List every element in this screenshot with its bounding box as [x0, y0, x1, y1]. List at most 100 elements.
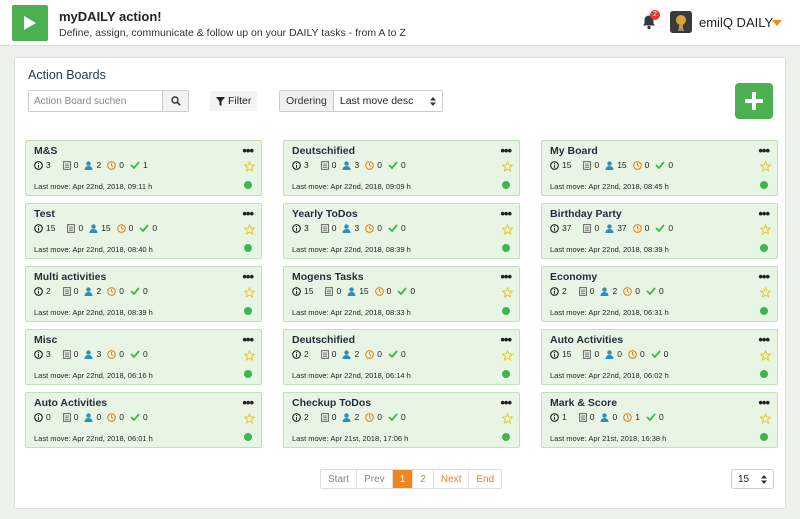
chevron-down-icon[interactable]: [772, 20, 782, 26]
board-card[interactable]: Misc ••• 3 0 3 0 0 Last move: Apr 22nd, 2018, 0…: [25, 329, 262, 385]
stat-info: 1: [550, 412, 567, 422]
page-next[interactable]: Next: [434, 470, 470, 488]
stat-value: 0: [331, 412, 337, 422]
board-card[interactable]: Yearly ToDos ••• 3 0 3 0 0 Last move: Apr 22nd,…: [283, 203, 520, 259]
stat-info: 3: [34, 160, 51, 170]
star-icon[interactable]: [760, 350, 771, 361]
search-button[interactable]: [162, 91, 188, 111]
more-menu-icon[interactable]: •••: [242, 143, 254, 158]
user-icon: [600, 286, 609, 296]
per-page-select[interactable]: 15: [731, 469, 774, 489]
board-card[interactable]: Checkup ToDos ••• 2 0 2 0 0 Last move: Apr 21st…: [283, 392, 520, 448]
stat-value: 0: [119, 349, 124, 359]
clock-icon: [374, 286, 384, 296]
last-move-text: Last move: Apr 21st, 2018, 16:38 h: [550, 434, 667, 443]
page-end[interactable]: End: [469, 470, 501, 488]
board-card[interactable]: Birthday Party ••• 37 0 37 0 0 Last move: Apr 2…: [541, 203, 778, 259]
more-menu-icon[interactable]: •••: [500, 269, 512, 284]
more-menu-icon[interactable]: •••: [500, 143, 512, 158]
stat-value: 0: [142, 412, 148, 422]
stat-value: 3: [46, 160, 51, 170]
stat-value: 2: [304, 349, 309, 359]
more-menu-icon[interactable]: •••: [500, 206, 512, 221]
page-start[interactable]: Start: [321, 470, 358, 488]
stat-value: 0: [152, 223, 158, 233]
play-icon[interactable]: [12, 5, 48, 41]
check-icon: [130, 287, 140, 295]
board-card[interactable]: Test ••• 15 0 15 0 0 Last move: Apr 22nd, 2018,…: [25, 203, 262, 259]
board-title: Deutschified: [292, 334, 356, 346]
clock-icon: [365, 349, 375, 359]
page-1[interactable]: 1: [392, 470, 414, 488]
more-menu-icon[interactable]: •••: [500, 332, 512, 347]
stat-done: 1: [130, 160, 148, 170]
ordering-label: Ordering: [280, 91, 334, 111]
star-icon[interactable]: [244, 287, 255, 298]
stat-done: 0: [646, 412, 664, 422]
user-name[interactable]: emilQ DAILY: [699, 15, 773, 30]
stat-time: 0: [116, 223, 133, 233]
document-icon: [62, 286, 71, 296]
star-icon[interactable]: [502, 413, 513, 424]
board-card[interactable]: Mogens Tasks ••• 15 0 15 0 0 Last move: Apr 22n…: [283, 266, 520, 322]
status-dot: [760, 244, 768, 252]
avatar[interactable]: [670, 11, 692, 33]
stat-time: 0: [365, 412, 382, 422]
star-icon[interactable]: [502, 287, 513, 298]
stat-value: 15: [46, 223, 56, 233]
star-icon[interactable]: [760, 224, 771, 235]
user-icon: [342, 223, 351, 233]
more-menu-icon[interactable]: •••: [242, 395, 254, 410]
star-icon[interactable]: [244, 350, 255, 361]
page-prev[interactable]: Prev: [357, 470, 393, 488]
page-2[interactable]: 2: [413, 470, 434, 488]
star-icon[interactable]: [244, 413, 255, 424]
check-icon: [130, 413, 140, 421]
per-page-value: 15: [738, 473, 750, 485]
clock-icon: [365, 160, 375, 170]
stat-value: 0: [644, 223, 650, 233]
stat-value: 2: [612, 286, 618, 296]
search-input[interactable]: [29, 91, 162, 111]
stat-users: 15: [347, 286, 369, 296]
board-card[interactable]: Economy ••• 2 0 2 0 0 Last move: Apr 22nd, 2018…: [541, 266, 778, 322]
star-icon[interactable]: [502, 350, 513, 361]
more-menu-icon[interactable]: •••: [758, 332, 770, 347]
info-icon: [292, 160, 301, 170]
more-menu-icon[interactable]: •••: [758, 395, 770, 410]
stat-docs: 0: [583, 349, 599, 359]
more-menu-icon[interactable]: •••: [500, 395, 512, 410]
star-icon[interactable]: [760, 287, 771, 298]
more-menu-icon[interactable]: •••: [758, 143, 770, 158]
add-board-button[interactable]: [735, 83, 773, 119]
stat-value: 0: [119, 286, 124, 296]
star-icon[interactable]: [502, 224, 513, 235]
more-menu-icon[interactable]: •••: [758, 269, 770, 284]
board-card[interactable]: Deutschified ••• 3 0 3 0 0 Last move: Apr 22nd,…: [283, 140, 520, 196]
star-icon[interactable]: [760, 413, 771, 424]
stat-users: 0: [605, 349, 622, 359]
board-card[interactable]: Mark & Score ••• 1 0 0 1 0 Last move: Apr 21st,…: [541, 392, 778, 448]
board-card[interactable]: M&S ••• 3 0 2 0 1 Last move: Apr 22nd, 2018, 09…: [25, 140, 262, 196]
star-icon[interactable]: [244, 224, 255, 235]
board-card[interactable]: Auto Activities ••• 0 0 0 0 0 Last move: Apr 22…: [25, 392, 262, 448]
star-icon[interactable]: [502, 161, 513, 172]
last-move-text: Last move: Apr 22nd, 2018, 09:11 h: [34, 182, 153, 191]
stat-value: 0: [594, 349, 600, 359]
more-menu-icon[interactable]: •••: [242, 269, 254, 284]
board-card[interactable]: Multi activities ••• 2 0 2 0 0 Last move: Apr 2…: [25, 266, 262, 322]
filter-button[interactable]: Filter: [210, 91, 258, 111]
ordering-select[interactable]: Last move desc: [334, 91, 442, 111]
stat-docs: 0: [62, 160, 78, 170]
more-menu-icon[interactable]: •••: [242, 206, 254, 221]
user-icon: [605, 223, 614, 233]
star-icon[interactable]: [760, 161, 771, 172]
star-icon[interactable]: [244, 161, 255, 172]
info-icon: [34, 412, 43, 422]
board-card[interactable]: Deutschified ••• 2 0 2 0 0 Last move: Apr 22nd,…: [283, 329, 520, 385]
board-card[interactable]: My Board ••• 15 0 15 0 0 Last move: Apr 22nd, 2…: [541, 140, 778, 196]
more-menu-icon[interactable]: •••: [242, 332, 254, 347]
more-menu-icon[interactable]: •••: [758, 206, 770, 221]
board-card[interactable]: Auto Activities ••• 15 0 0 0 0 Last move: Apr 2…: [541, 329, 778, 385]
stat-docs: 0: [62, 412, 78, 422]
